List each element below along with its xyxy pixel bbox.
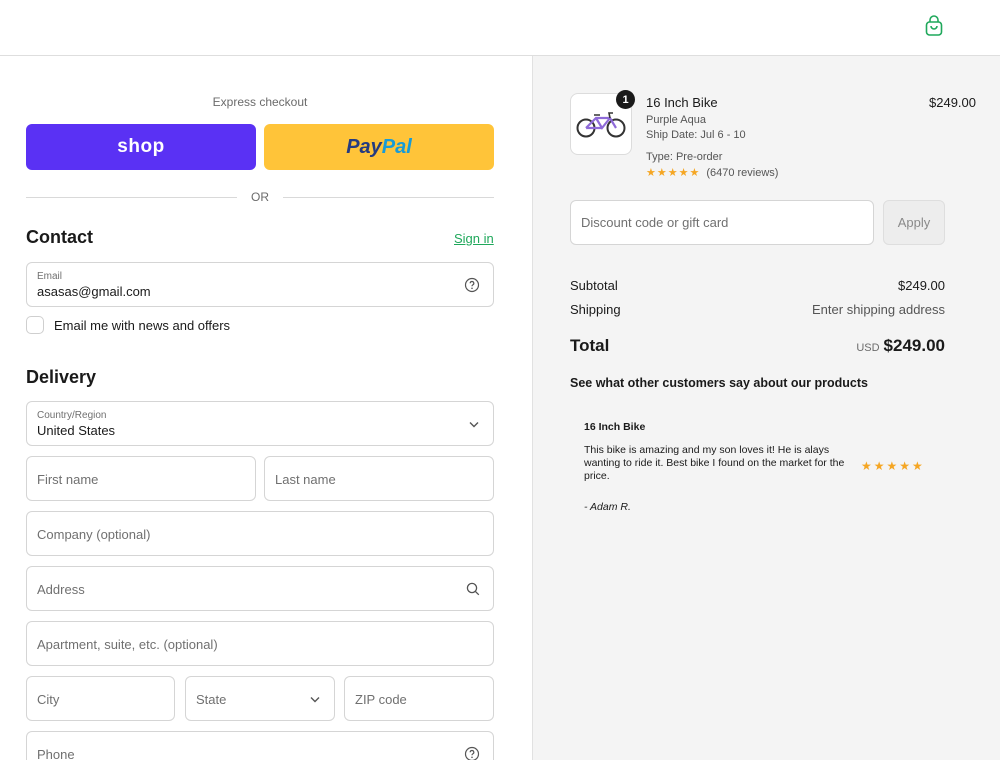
or-text: OR [251,190,269,204]
shop-pay-button[interactable]: shop [26,124,256,170]
total-value: $249.00 [883,336,945,355]
address-field[interactable]: Address [26,566,494,611]
company-field[interactable]: Company (optional) [26,511,494,556]
total-row: Total USD $249.00 [570,336,945,356]
contact-heading: Contact [26,227,93,247]
chevron-down-icon [467,417,481,431]
or-divider: OR [26,189,494,205]
shipping-value: Enter shipping address [812,302,945,317]
review-body: This bike is amazing and my son loves it… [584,444,845,482]
delivery-heading: Delivery [26,367,97,387]
checkout-form-panel: Express checkout shop Pay Pal OR Contact … [0,56,532,760]
paypal-button[interactable]: Pay Pal [264,124,494,170]
help-circle-icon[interactable] [463,276,481,294]
state-placeholder: State [196,692,227,707]
last-name-field[interactable]: Last name [264,456,494,501]
chevron-down-icon [308,692,322,706]
country-select-label: Country/Region [37,410,107,421]
shopping-bag-icon[interactable] [922,13,946,39]
total-currency: USD [856,342,880,354]
city-placeholder: City [37,692,60,707]
shipping-label: Shipping [570,302,621,317]
product-variant: Purple Aqua [646,114,706,126]
apply-discount-button[interactable]: Apply [883,200,945,245]
email-field-label: Email [37,271,63,282]
divider-line [283,196,494,198]
first-name-placeholder: First name [37,472,99,487]
product-price: $249.00 [929,95,976,110]
sign-in-link[interactable]: Sign in [454,231,494,246]
review-product-title: 16 Inch Bike [584,421,646,433]
zip-code-field[interactable]: ZIP code [344,676,494,721]
order-summary-panel: 1 16 Inch Bike Purple Aqua Ship Date: Ju… [532,56,1000,760]
news-offers-label: Email me with news and offers [54,317,231,333]
first-name-field[interactable]: First name [26,456,256,501]
email-field[interactable]: Email asasas@gmail.com [26,262,494,307]
apartment-placeholder: Apartment, suite, etc. (optional) [37,637,218,652]
state-select[interactable]: State [185,676,335,721]
product-name: 16 Inch Bike [646,95,718,110]
country-select[interactable]: Country/Region United States [26,401,494,446]
review-count: (6470 reviews) [706,166,779,179]
express-checkout-title: Express checkout [212,95,308,109]
city-field[interactable]: City [26,676,175,721]
quantity-badge: 1 [616,90,635,109]
rating-stars: ★★★★★ [646,167,701,179]
help-circle-icon[interactable] [463,745,481,760]
company-placeholder: Company (optional) [37,527,151,542]
product-type: Type: Pre-order [646,151,723,163]
paypal-label-pay: Pay [346,135,382,158]
subtotal-label: Subtotal [570,278,618,293]
shop-pay-label: shop [117,136,165,157]
bike-icon [576,112,626,138]
country-select-value: United States [37,423,116,438]
reviews-heading: See what other customers say about our p… [570,376,868,390]
shipping-row: Shipping Enter shipping address [570,302,945,317]
discount-code-placeholder: Discount code or gift card [581,215,729,230]
subtotal-row: Subtotal $249.00 [570,278,945,293]
review-stars: ★★★★★ [861,459,925,473]
news-offers-checkbox[interactable] [26,316,44,334]
review-author: - Adam R. [584,501,631,513]
last-name-placeholder: Last name [275,472,336,487]
phone-placeholder: Phone [37,747,75,760]
address-placeholder: Address [37,582,85,597]
phone-field[interactable]: Phone [26,731,494,760]
product-ship-date: Ship Date: Jul 6 - 10 [646,129,746,141]
discount-code-input[interactable]: Discount code or gift card [570,200,874,245]
total-label: Total [570,336,610,355]
zip-code-placeholder: ZIP code [355,692,407,707]
apartment-field[interactable]: Apartment, suite, etc. (optional) [26,621,494,666]
top-bar [0,0,1000,56]
divider-line [26,196,237,198]
search-icon [465,581,481,597]
subtotal-value: $249.00 [898,278,945,293]
paypal-label-pal: Pal [381,135,412,158]
product-rating: ★★★★★ (6470 reviews) [646,166,779,180]
news-offers-row: Email me with news and offers [26,316,230,334]
email-field-value: asasas@gmail.com [37,284,151,299]
